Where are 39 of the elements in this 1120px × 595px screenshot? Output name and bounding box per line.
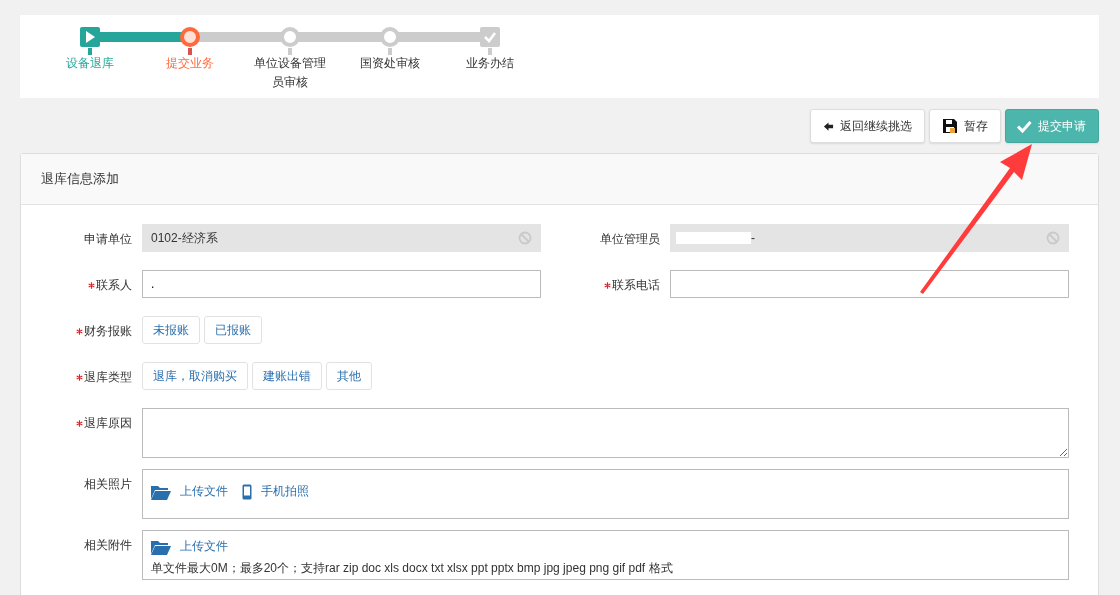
folder-icon	[151, 538, 171, 555]
field-label: 退库类型	[84, 369, 132, 386]
option-button[interactable]: 其他	[326, 362, 372, 390]
field-value: 0102-经济系	[151, 229, 219, 247]
text-area[interactable]	[142, 408, 1069, 458]
field-label: 财务报账	[84, 323, 132, 340]
phone-icon	[242, 483, 252, 500]
input-field[interactable]	[670, 270, 1069, 298]
save-icon	[942, 118, 958, 134]
back-button[interactable]: 返回继续挑选	[810, 109, 925, 143]
disabled-icon	[518, 231, 532, 245]
field-label: 联系电话	[612, 277, 660, 294]
input-field[interactable]: .	[142, 270, 541, 298]
field-label: 单位管理员	[600, 231, 660, 248]
save-button[interactable]: 暂存	[929, 109, 1001, 143]
arrow-left-icon	[823, 120, 834, 132]
field-label: 相关照片	[84, 476, 132, 493]
option-button[interactable]: 建账出错	[252, 362, 322, 390]
step-label: 国资处审核	[359, 55, 421, 72]
field-label: 相关附件	[84, 537, 132, 554]
option-button[interactable]: 未报账	[142, 316, 200, 344]
option-button[interactable]: 已报账	[204, 316, 262, 344]
check-icon	[1016, 118, 1032, 134]
field-label: 联系人	[96, 277, 132, 294]
step-label: 业务办结	[465, 55, 515, 72]
field-label: 申请单位	[84, 231, 132, 248]
disabled-icon	[1046, 231, 1060, 245]
panel-title: 退库信息添加	[41, 170, 119, 188]
upload-link[interactable]: 手机拍照	[242, 483, 309, 500]
upload-hint: 单文件最大0M；最多20个；支持rar zip doc xls docx txt xlsx ppt pptx bmp jpg jpeg png gif pdf 格式	[151, 560, 674, 577]
option-button[interactable]: 退库，取消购买	[142, 362, 248, 390]
step-label: 设备退库	[65, 55, 115, 72]
step-label: 单位设备管理员审核	[253, 55, 327, 91]
upload-link[interactable]: 上传文件	[151, 483, 228, 500]
step-label: 提交业务	[165, 55, 215, 72]
folder-icon	[151, 483, 171, 500]
field-label: 退库原因	[84, 415, 132, 432]
upload-link[interactable]: 上传文件	[151, 538, 228, 555]
field-value: -	[751, 231, 756, 245]
